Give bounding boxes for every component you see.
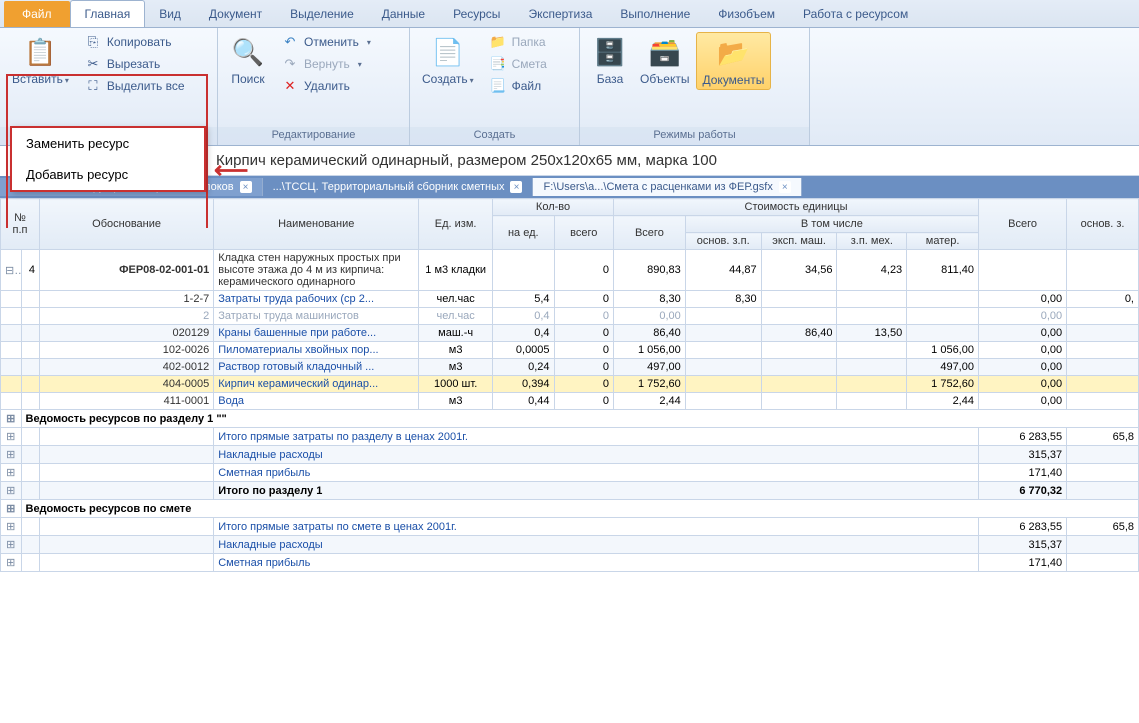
paste-label: Вставить (12, 72, 63, 86)
expand-toggle[interactable] (1, 359, 22, 376)
col-os2[interactable]: основ. з. (1067, 199, 1139, 250)
tab-main[interactable]: Главная (70, 0, 146, 27)
estimate-icon: 📑 (490, 56, 506, 72)
expand-toggle[interactable]: ⊞ (1, 482, 22, 500)
col-qty[interactable]: Кол-во (493, 199, 614, 216)
doc-tab-3[interactable]: F:\Users\а...\Смета с расценками из ФЕР.… (533, 178, 801, 196)
file-icon: 📃 (490, 78, 506, 94)
summary-row[interactable]: ⊞Накладные расходы315,37 (1, 536, 1139, 554)
modes-group-label: Режимы работы (580, 127, 809, 145)
doc-tab-2[interactable]: ...\ТССЦ. Территориальный сборник сметны… (263, 178, 534, 196)
database-icon: 🗄️ (592, 34, 628, 70)
select-all-button[interactable]: ⛶Выделить все (79, 76, 191, 96)
database-button[interactable]: 🗄️ База (586, 32, 634, 88)
col-name[interactable]: Наименование (214, 199, 419, 250)
paste-dropdown-menu: Заменить ресурс Добавить ресурс (10, 126, 206, 192)
undo-button[interactable]: ↶Отменить▾ (276, 32, 377, 52)
expand-toggle[interactable]: ⊞ (1, 554, 22, 572)
undo-icon: ↶ (282, 34, 298, 50)
col-unit[interactable]: Ед. изм. (419, 199, 493, 250)
summary-row[interactable]: ⊞Сметная прибыль171,40 (1, 464, 1139, 482)
page-title: Кирпич керамический одинарный, размером … (206, 146, 1139, 176)
expand-toggle[interactable] (1, 308, 22, 325)
copy-button[interactable]: ⎘Копировать (79, 32, 191, 52)
cut-button[interactable]: ✂Вырезать (79, 54, 191, 74)
table-row[interactable]: 402-0012Раствор готовый кладочный ...м30… (1, 359, 1139, 376)
table-row[interactable]: 020129Краны башенные при работе...маш.-ч… (1, 325, 1139, 342)
table-row[interactable]: 102-0026Пиломатериалы хвойных пор...м30,… (1, 342, 1139, 359)
summary-row[interactable]: ⊞Накладные расходы315,37 (1, 446, 1139, 464)
expand-toggle[interactable] (1, 393, 22, 410)
documents-icon: 📂 (715, 35, 751, 71)
callout-arrow-icon: ⟵ (214, 156, 248, 185)
search-icon: 🔍 (230, 34, 266, 70)
folder-button[interactable]: 📁Папка (484, 32, 553, 52)
estimate-button[interactable]: 📑Смета (484, 54, 553, 74)
search-button[interactable]: 🔍 Поиск (224, 32, 272, 88)
replace-resource-item[interactable]: Заменить ресурс (12, 128, 204, 159)
col-total2[interactable]: Всего (978, 199, 1066, 250)
table-row[interactable]: 2Затраты труда машинистовчел.час0,400,00… (1, 308, 1139, 325)
tab-document[interactable]: Документ (195, 1, 276, 27)
summary-row[interactable]: ⊞Итого прямые затраты по смете в ценах 2… (1, 518, 1139, 536)
table-row[interactable]: ⊟⊞4ФЕР08-02-001-01Кладка стен наружных п… (1, 250, 1139, 291)
ribbon-tabs: Файл Главная Вид Документ Выделение Данн… (0, 0, 1139, 28)
select-all-icon: ⛶ (85, 78, 101, 94)
expand-toggle[interactable] (1, 342, 22, 359)
table-row[interactable]: 404-0005Кирпич керамический одинар...100… (1, 376, 1139, 393)
summary-row[interactable]: ⊞Итого по разделу 16 770,32 (1, 482, 1139, 500)
expand-toggle[interactable] (1, 291, 22, 308)
expand-toggle[interactable] (1, 325, 22, 342)
tab-file[interactable]: Файл (4, 1, 70, 27)
expand-toggle[interactable] (1, 376, 22, 393)
table-row[interactable]: 411-0001Водам30,4402,442,440,00 (1, 393, 1139, 410)
create-group-label: Создать (410, 127, 579, 145)
file-button[interactable]: 📃Файл (484, 76, 553, 96)
summary-row[interactable]: ⊞Сметная прибыль171,40 (1, 554, 1139, 572)
col-basis[interactable]: Обоснование (39, 199, 213, 250)
tab-selection[interactable]: Выделение (276, 1, 368, 27)
col-unitcost[interactable]: Стоимость единицы (614, 199, 979, 216)
edit-group-label: Редактирование (218, 127, 409, 145)
expand-toggle[interactable]: ⊞ (1, 428, 22, 446)
summary-row[interactable]: ⊞Итого прямые затраты по разделу в ценах… (1, 428, 1139, 446)
tab-execution[interactable]: Выполнение (606, 1, 704, 27)
tab-view[interactable]: Вид (145, 1, 195, 27)
tab-data[interactable]: Данные (368, 1, 439, 27)
tab-physvol[interactable]: Физобъем (704, 1, 789, 27)
paste-button[interactable]: 📋 Вставить▾ (6, 32, 75, 88)
table-row[interactable]: 1-2-7Затраты труда рабочих (ср 2...чел.ч… (1, 291, 1139, 308)
tab-expertise[interactable]: Экспертиза (514, 1, 606, 27)
expand-toggle[interactable]: ⊞ (1, 536, 22, 554)
redo-icon: ↷ (282, 56, 298, 72)
close-icon[interactable]: × (510, 181, 522, 193)
folder-icon: 📁 (490, 34, 506, 50)
expand-toggle[interactable]: ⊞ (1, 464, 22, 482)
section-header[interactable]: ⊞Ведомость ресурсов по разделу 1 "" (1, 410, 1139, 428)
expand-toggle[interactable]: ⊟⊞ (1, 250, 22, 291)
add-resource-item[interactable]: Добавить ресурс (12, 159, 204, 190)
objects-icon: 🗃️ (647, 34, 683, 70)
create-icon: 📄 (430, 34, 466, 70)
expand-toggle[interactable]: ⊞ (1, 410, 22, 428)
close-icon[interactable]: × (779, 181, 791, 193)
create-button[interactable]: 📄 Создать▾ (416, 32, 480, 88)
delete-button[interactable]: ✕Удалить (276, 76, 377, 96)
tab-work-resource[interactable]: Работа с ресурсом (789, 1, 922, 27)
documents-button[interactable]: 📂 Документы (696, 32, 772, 90)
cut-icon: ✂ (85, 56, 101, 72)
estimate-grid: №п.п Обоснование Наименование Ед. изм. К… (0, 198, 1139, 572)
delete-icon: ✕ (282, 78, 298, 94)
section-header[interactable]: ⊞Ведомость ресурсов по смете (1, 500, 1139, 518)
redo-button[interactable]: ↷Вернуть▾ (276, 54, 377, 74)
copy-icon: ⎘ (85, 34, 101, 50)
expand-toggle[interactable]: ⊞ (1, 500, 22, 518)
objects-button[interactable]: 🗃️ Объекты (634, 32, 696, 88)
paste-icon: 📋 (22, 34, 58, 70)
expand-toggle[interactable]: ⊞ (1, 446, 22, 464)
expand-toggle[interactable]: ⊞ (1, 518, 22, 536)
tab-resources[interactable]: Ресурсы (439, 1, 514, 27)
